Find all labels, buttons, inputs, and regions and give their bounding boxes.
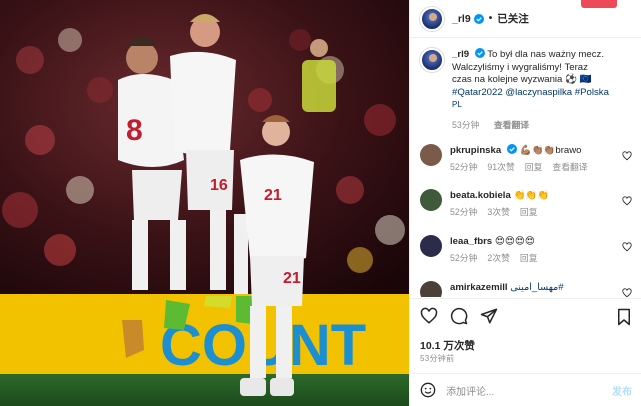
caption-username[interactable]: _rl9: [452, 49, 469, 60]
translate-link[interactable]: 查看翻译: [494, 120, 529, 130]
reply-button[interactable]: 回复: [520, 253, 538, 263]
heart-icon[interactable]: [622, 196, 632, 206]
avatar[interactable]: [420, 281, 442, 297]
shorts-number-21: 21: [283, 270, 301, 287]
comment-bubble-icon[interactable]: [450, 307, 468, 325]
post-caption: _rl9 To był dla nas ważny mecz. Walczyli…: [410, 38, 641, 131]
comment-username[interactable]: amirkazemill: [450, 282, 508, 293]
share-send-icon[interactable]: [480, 307, 498, 325]
username[interactable]: _rl9: [452, 13, 471, 25]
verified-icon: [473, 13, 484, 24]
caption-meta: 53分钟 查看翻译: [452, 118, 631, 131]
caption-time: 53分钟: [452, 119, 480, 130]
jersey-number-16: 16: [210, 177, 228, 194]
follow-status-button[interactable]: 已关注: [497, 11, 529, 26]
comment-username[interactable]: pkrupinska: [450, 145, 501, 156]
comment-text: 😍😍😍😍: [494, 236, 535, 247]
comment-text: 👏👏👏: [513, 190, 550, 201]
likes-count[interactable]: 10.1 万次赞: [420, 338, 475, 353]
comment-username[interactable]: beata.kobiela: [450, 190, 511, 201]
reply-button[interactable]: 回复: [525, 162, 543, 172]
caption-line-1: To był dla nas ważny mecz.: [487, 49, 605, 60]
comment-item: amirkazemill مهسا_امینی#: [410, 281, 641, 297]
comment-item: leaa_fbrs 😍😍😍😍 52分钟 2次赞 回复: [410, 235, 641, 264]
comment-input[interactable]: 添加评论...: [446, 383, 612, 398]
avatar[interactable]: [420, 235, 442, 257]
verified-icon: [474, 48, 485, 58]
comment-likes[interactable]: 2次赞: [487, 253, 510, 263]
translate-link[interactable]: 查看翻译: [552, 162, 587, 172]
comment-text: 💪🏽👏🏽👏🏽brawo: [519, 145, 582, 156]
post-comment-button[interactable]: 发布: [612, 383, 632, 398]
like-heart-icon[interactable]: [420, 307, 438, 325]
post-header: _rl9 • 已关注: [410, 0, 641, 38]
comment-likes[interactable]: 91次赞: [487, 162, 514, 172]
reply-button[interactable]: 回复: [520, 207, 538, 217]
comment-item: pkrupinska 💪🏽👏🏽👏🏽brawo 52分钟 91次赞 回复 查看翻译: [410, 144, 641, 173]
avatar[interactable]: [420, 144, 442, 166]
post-side-panel: _rl9 • 已关注 _rl9 To był dla nas ważny mec…: [409, 0, 641, 406]
comment-time: 52分钟: [450, 207, 478, 217]
caption-line-2: Walczyliśmy i wygraliśmy! Teraz: [452, 61, 588, 73]
avatar[interactable]: [420, 6, 444, 31]
comment-time: 52分钟: [450, 162, 478, 172]
heart-icon[interactable]: [622, 242, 632, 252]
comment-item: beata.kobiela 👏👏👏 52分钟 3次赞 回复: [410, 189, 641, 218]
separator-dot: •: [488, 13, 493, 24]
action-bar: [410, 298, 641, 338]
avatar[interactable]: [420, 189, 442, 211]
caption-hashtag-pl[interactable]: PL: [452, 100, 462, 109]
verified-icon: [506, 144, 517, 154]
comment-username[interactable]: leaa_fbrs: [450, 236, 492, 247]
caption-hashtags[interactable]: #Qatar2022 @laczynaspilka #Polska: [452, 87, 609, 98]
emoji-icon[interactable]: [420, 382, 436, 398]
heart-icon[interactable]: [622, 288, 632, 297]
comment-text[interactable]: مهسا_امینی#: [510, 282, 563, 293]
caption-line-3: czas na kolejne wyzwania ⚽ 🇪🇺: [452, 74, 592, 86]
post-image: COUNT 8 16: [0, 0, 409, 406]
heart-icon[interactable]: [622, 151, 632, 161]
jersey-number-8: 8: [126, 114, 143, 147]
caption-avatar[interactable]: [420, 48, 444, 72]
post-photo: COUNT 8 16: [0, 0, 409, 406]
bookmark-icon[interactable]: [616, 308, 632, 326]
post-timestamp: 53分钟前: [420, 354, 455, 363]
comment-likes[interactable]: 3次赞: [487, 207, 510, 217]
comment-time: 52分钟: [450, 253, 478, 263]
jersey-number-21: 21: [264, 187, 282, 204]
add-comment-bar: 添加评论... 发布: [410, 373, 641, 406]
